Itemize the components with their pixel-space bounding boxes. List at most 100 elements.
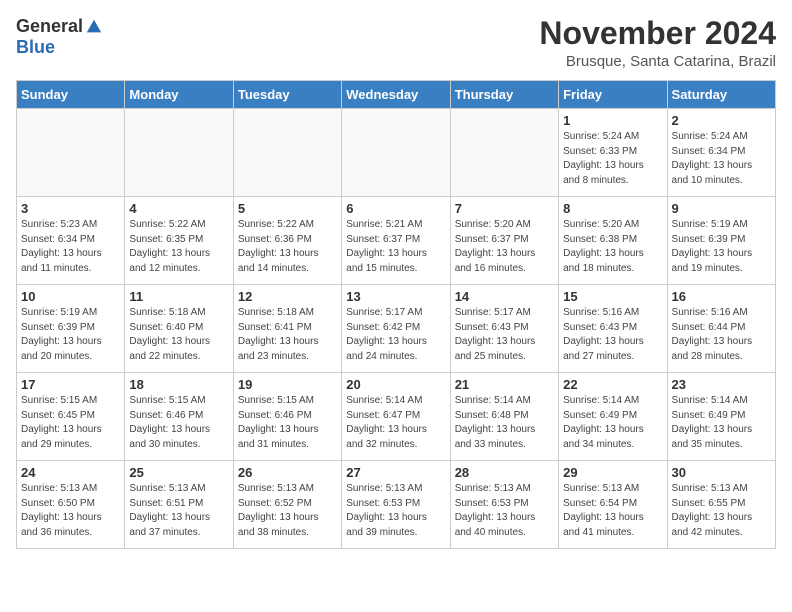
calendar-day-28: 28Sunrise: 5:13 AM Sunset: 6:53 PM Dayli… <box>450 461 558 549</box>
calendar-day-9: 9 Sunrise: 5:19 AM Sunset: 6:39 PM Daylig… <box>667 197 775 285</box>
calendar-day-10: 10Sunrise: 5:19 AM Sunset: 6:39 PM Dayli… <box>17 285 125 373</box>
day-number: 17 <box>21 377 120 392</box>
logo-general-text: General <box>16 16 83 37</box>
day-number: 28 <box>455 465 554 480</box>
day-info: Sunrise: 5:22 AM Sunset: 6:36 PM Dayligh… <box>238 218 337 276</box>
calendar-day-12: 12Sunrise: 5:18 AM Sunset: 6:41 PM Dayli… <box>233 285 341 373</box>
page-header: General Blue November 2024 Brusque, Sant… <box>16 16 776 70</box>
calendar-day-empty <box>342 109 450 197</box>
day-number: 14 <box>455 289 554 304</box>
calendar-day-11: 11 Sunrise: 5:18 AM Sunset: 6:40 PM Dayli… <box>125 285 233 373</box>
calendar-day-27: 27 Sunrise: 5:13 AM Sunset: 6:53 PM Dayli… <box>342 461 450 549</box>
day-info: Sunrise: 5:20 AM Sunset: 6:37 PM Dayligh… <box>455 218 554 276</box>
calendar-table: SundayMondayTuesdayWednesdayThursdayFrid… <box>16 80 776 549</box>
day-number: 4 <box>129 201 228 216</box>
day-number: 2 <box>672 113 771 128</box>
day-number: 5 <box>238 201 337 216</box>
calendar-day-18: 18Sunrise: 5:15 AM Sunset: 6:46 PM Dayli… <box>125 373 233 461</box>
calendar-day-17: 17 Sunrise: 5:15 AM Sunset: 6:45 PM Dayli… <box>17 373 125 461</box>
day-number: 3 <box>21 201 120 216</box>
day-info: Sunrise: 5:22 AM Sunset: 6:35 PM Dayligh… <box>129 218 228 276</box>
calendar-day-19: 19 Sunrise: 5:15 AM Sunset: 6:46 PM Dayli… <box>233 373 341 461</box>
day-number: 25 <box>129 465 228 480</box>
day-info: Sunrise: 5:19 AM Sunset: 6:39 PM Dayligh… <box>672 218 771 276</box>
day-info: Sunrise: 5:14 AM Sunset: 6:47 PM Dayligh… <box>346 394 445 452</box>
calendar-day-4: 4 Sunrise: 5:22 AM Sunset: 6:35 PM Daylig… <box>125 197 233 285</box>
logo: General Blue <box>16 16 103 58</box>
calendar-day-2: 2 Sunrise: 5:24 AM Sunset: 6:34 PM Daylig… <box>667 109 775 197</box>
calendar-day-15: 15Sunrise: 5:16 AM Sunset: 6:43 PM Dayli… <box>559 285 667 373</box>
day-number: 15 <box>563 289 662 304</box>
calendar-day-22: 22 Sunrise: 5:14 AM Sunset: 6:49 PM Dayli… <box>559 373 667 461</box>
column-header-saturday: Saturday <box>667 81 775 109</box>
day-info: Sunrise: 5:14 AM Sunset: 6:49 PM Dayligh… <box>672 394 771 452</box>
calendar-day-empty <box>125 109 233 197</box>
calendar-day-24: 24 Sunrise: 5:13 AM Sunset: 6:50 PM Dayli… <box>17 461 125 549</box>
calendar-day-1: 1Sunrise: 5:24 AM Sunset: 6:33 PM Daylig… <box>559 109 667 197</box>
day-info: Sunrise: 5:15 AM Sunset: 6:45 PM Dayligh… <box>21 394 120 452</box>
day-info: Sunrise: 5:13 AM Sunset: 6:52 PM Dayligh… <box>238 482 337 540</box>
day-number: 6 <box>346 201 445 216</box>
day-info: Sunrise: 5:16 AM Sunset: 6:44 PM Dayligh… <box>672 306 771 364</box>
calendar-day-6: 6Sunrise: 5:21 AM Sunset: 6:37 PM Daylig… <box>342 197 450 285</box>
day-number: 23 <box>672 377 771 392</box>
day-info: Sunrise: 5:14 AM Sunset: 6:49 PM Dayligh… <box>563 394 662 452</box>
calendar-day-26: 26 Sunrise: 5:13 AM Sunset: 6:52 PM Dayli… <box>233 461 341 549</box>
day-number: 13 <box>346 289 445 304</box>
day-info: Sunrise: 5:17 AM Sunset: 6:43 PM Dayligh… <box>455 306 554 364</box>
day-info: Sunrise: 5:18 AM Sunset: 6:41 PM Dayligh… <box>238 306 337 364</box>
day-info: Sunrise: 5:20 AM Sunset: 6:38 PM Dayligh… <box>563 218 662 276</box>
column-header-thursday: Thursday <box>450 81 558 109</box>
calendar-day-30: 30Sunrise: 5:13 AM Sunset: 6:55 PM Dayli… <box>667 461 775 549</box>
day-number: 22 <box>563 377 662 392</box>
day-number: 27 <box>346 465 445 480</box>
day-number: 24 <box>21 465 120 480</box>
calendar-day-empty <box>17 109 125 197</box>
calendar-day-empty <box>450 109 558 197</box>
logo-icon <box>85 18 103 36</box>
day-number: 20 <box>346 377 445 392</box>
location: Brusque, Santa Catarina, Brazil <box>539 53 776 70</box>
column-header-monday: Monday <box>125 81 233 109</box>
calendar-day-empty <box>233 109 341 197</box>
calendar-day-16: 16 Sunrise: 5:16 AM Sunset: 6:44 PM Dayli… <box>667 285 775 373</box>
day-info: Sunrise: 5:13 AM Sunset: 6:54 PM Dayligh… <box>563 482 662 540</box>
day-info: Sunrise: 5:13 AM Sunset: 6:50 PM Dayligh… <box>21 482 120 540</box>
day-info: Sunrise: 5:13 AM Sunset: 6:51 PM Dayligh… <box>129 482 228 540</box>
day-info: Sunrise: 5:13 AM Sunset: 6:53 PM Dayligh… <box>346 482 445 540</box>
day-number: 19 <box>238 377 337 392</box>
day-info: Sunrise: 5:24 AM Sunset: 6:34 PM Dayligh… <box>672 130 771 188</box>
day-number: 16 <box>672 289 771 304</box>
day-number: 8 <box>563 201 662 216</box>
day-info: Sunrise: 5:24 AM Sunset: 6:33 PM Dayligh… <box>563 130 662 188</box>
calendar-week-row: 10Sunrise: 5:19 AM Sunset: 6:39 PM Dayli… <box>17 285 776 373</box>
day-info: Sunrise: 5:18 AM Sunset: 6:40 PM Dayligh… <box>129 306 228 364</box>
calendar-day-7: 7 Sunrise: 5:20 AM Sunset: 6:37 PM Daylig… <box>450 197 558 285</box>
calendar-day-25: 25 Sunrise: 5:13 AM Sunset: 6:51 PM Dayli… <box>125 461 233 549</box>
day-number: 26 <box>238 465 337 480</box>
title-block: November 2024 Brusque, Santa Catarina, B… <box>539 16 776 70</box>
calendar-day-5: 5 Sunrise: 5:22 AM Sunset: 6:36 PM Daylig… <box>233 197 341 285</box>
calendar-day-23: 23 Sunrise: 5:14 AM Sunset: 6:49 PM Dayli… <box>667 373 775 461</box>
day-info: Sunrise: 5:17 AM Sunset: 6:42 PM Dayligh… <box>346 306 445 364</box>
calendar-day-13: 13 Sunrise: 5:17 AM Sunset: 6:42 PM Dayli… <box>342 285 450 373</box>
calendar-day-21: 21Sunrise: 5:14 AM Sunset: 6:48 PM Dayli… <box>450 373 558 461</box>
day-info: Sunrise: 5:19 AM Sunset: 6:39 PM Dayligh… <box>21 306 120 364</box>
day-info: Sunrise: 5:15 AM Sunset: 6:46 PM Dayligh… <box>238 394 337 452</box>
column-header-tuesday: Tuesday <box>233 81 341 109</box>
calendar-day-3: 3Sunrise: 5:23 AM Sunset: 6:34 PM Daylig… <box>17 197 125 285</box>
day-number: 21 <box>455 377 554 392</box>
day-info: Sunrise: 5:15 AM Sunset: 6:46 PM Dayligh… <box>129 394 228 452</box>
day-info: Sunrise: 5:13 AM Sunset: 6:55 PM Dayligh… <box>672 482 771 540</box>
calendar-week-row: 3Sunrise: 5:23 AM Sunset: 6:34 PM Daylig… <box>17 197 776 285</box>
column-header-wednesday: Wednesday <box>342 81 450 109</box>
calendar-day-20: 20 Sunrise: 5:14 AM Sunset: 6:47 PM Dayli… <box>342 373 450 461</box>
day-number: 29 <box>563 465 662 480</box>
day-number: 7 <box>455 201 554 216</box>
day-number: 9 <box>672 201 771 216</box>
calendar-week-row: 24 Sunrise: 5:13 AM Sunset: 6:50 PM Dayli… <box>17 461 776 549</box>
calendar-day-14: 14 Sunrise: 5:17 AM Sunset: 6:43 PM Dayli… <box>450 285 558 373</box>
calendar-week-row: 1Sunrise: 5:24 AM Sunset: 6:33 PM Daylig… <box>17 109 776 197</box>
day-number: 11 <box>129 289 228 304</box>
calendar-header-row: SundayMondayTuesdayWednesdayThursdayFrid… <box>17 81 776 109</box>
